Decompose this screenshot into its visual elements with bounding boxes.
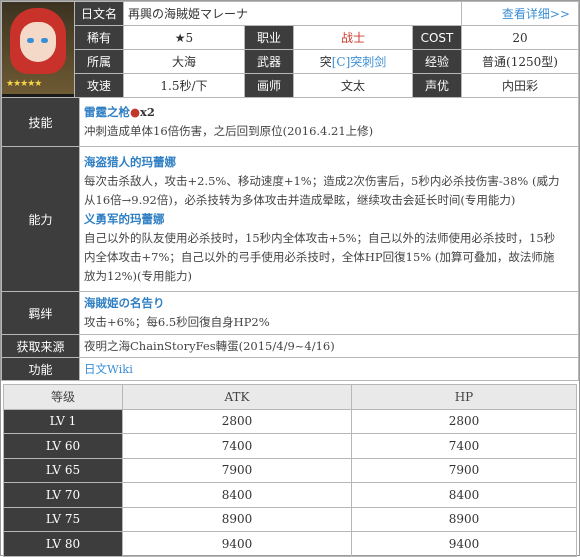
row-hp: 7400 xyxy=(351,433,577,459)
bond-name: 海賊姫の名告り xyxy=(84,296,165,310)
row-level: LV 60 xyxy=(3,433,123,459)
artist-label: 画师 xyxy=(244,73,294,98)
ability1-desc-line2: 从16倍→9.92倍)，必杀技转为多体攻击并造成晕眩，继续攻击会延长时间(专用能… xyxy=(84,192,516,207)
jp-name-label: 日文名 xyxy=(74,1,124,26)
skill-cell: 雷霆之枪●x2 冲刺造成单体16倍伤害，之后回到原位(2016.4.21上修) xyxy=(79,97,579,147)
weapon-value: 突[C]突刺剑 xyxy=(293,49,413,74)
ability2-desc-line3: 放为12%)(专用能力) xyxy=(84,268,193,283)
bond-desc: 攻击+6%；每6.5秒回復自身HP2% xyxy=(84,315,270,329)
info-table: ★★★★★ 日文名 再興の海賊姫マレーナ 查看详细>> 稀有 ★5 职业 战士 … xyxy=(1,1,579,98)
stats-header-row: 等级 ATK HP xyxy=(3,384,577,410)
row-atk: 2800 xyxy=(122,408,352,434)
row-hp: 8900 xyxy=(351,506,577,532)
row-hp: 8400 xyxy=(351,482,577,508)
col-level-header: 等级 xyxy=(3,384,123,410)
faction-value: 大海 xyxy=(123,49,245,74)
table-row: LV 65 7900 7900 xyxy=(3,457,577,483)
weapon-name-link[interactable]: 突刺剑 xyxy=(350,55,386,69)
character-portrait: ★★★★★ xyxy=(1,1,75,98)
col-atk-header: ATK xyxy=(122,384,352,410)
cost-value: 20 xyxy=(461,25,579,50)
voice-value: 内田彩 xyxy=(461,73,579,98)
weapon-prefix: 突 xyxy=(319,55,332,69)
row-level: LV 70 xyxy=(3,482,123,508)
rarity-stars-icon: ★★★★★ xyxy=(6,79,42,89)
row-hp: 9400 xyxy=(351,531,577,557)
skills-table: 技能 雷霆之枪●x2 冲刺造成单体16倍伤害，之后回到原位(2016.4.21上… xyxy=(1,97,579,381)
row-level: LV 80 xyxy=(3,531,123,557)
row-atk: 8900 xyxy=(122,506,352,532)
speed-label: 攻速 xyxy=(74,73,124,98)
table-row: LV 80 9400 9400 xyxy=(3,531,577,557)
row-atk: 7900 xyxy=(122,457,352,483)
row-hp: 7900 xyxy=(351,457,577,483)
exp-value: 普通(1250型) xyxy=(461,49,579,74)
weapon-link[interactable]: [C] xyxy=(332,55,351,69)
col-hp-header: HP xyxy=(351,384,577,410)
table-row: LV 70 8400 8400 xyxy=(3,482,577,508)
row-atk: 9400 xyxy=(122,531,352,557)
ability2-name: 义勇军的玛蕾娜 xyxy=(84,211,165,226)
bond-cell: 海賊姫の名告り 攻击+6%；每6.5秒回復自身HP2% xyxy=(79,291,579,335)
rarity-label: 稀有 xyxy=(74,25,124,50)
table-row: LV 60 7400 7400 xyxy=(3,433,577,459)
ability-label: 能力 xyxy=(1,146,80,292)
artist-value: 文太 xyxy=(293,73,413,98)
function-label: 功能 xyxy=(1,357,80,381)
function-cell: 日文Wiki xyxy=(79,357,579,381)
faction-label: 所属 xyxy=(74,49,124,74)
bond-label: 羁绊 xyxy=(1,291,80,335)
row-level: LV 65 xyxy=(3,457,123,483)
source-value: 夜明之海ChainStoryFes轉蛋(2015/4/9~4/16) xyxy=(79,334,579,358)
skill-desc: 冲刺造成单体16倍伤害，之后回到原位(2016.4.21上修) xyxy=(84,124,374,138)
row-hp: 2800 xyxy=(351,408,577,434)
details-link-text[interactable]: 查看详细>> xyxy=(502,7,570,21)
table-row: LV 75 8900 8900 xyxy=(3,506,577,532)
job-label: 职业 xyxy=(244,25,294,50)
source-label: 获取来源 xyxy=(1,334,80,358)
voice-label: 声优 xyxy=(412,73,462,98)
character-info-panel: ★★★★★ 日文名 再興の海賊姫マレーナ 查看详细>> 稀有 ★5 职业 战士 … xyxy=(0,0,580,557)
ability-cell: 海盗猎人的玛蕾娜 每次击杀敌人，攻击+2.5%、移动速度+1%；造成2次伤害后，… xyxy=(79,146,579,292)
skill-name: 雷霆之枪 xyxy=(84,105,130,119)
portrait-eye xyxy=(27,38,34,43)
ability2-desc-line2: 内全体攻击+7%；自己以外的弓手使用必杀技时，全体HP回復15% (加算可叠加，… xyxy=(84,249,555,264)
ability1-desc-line1: 每次击杀敌人，攻击+2.5%、移动速度+1%；造成2次伤害后，5秒内必杀技伤害-… xyxy=(84,173,560,188)
cost-label: COST xyxy=(412,25,462,50)
portrait-face xyxy=(20,22,56,62)
skill-mult: x2 xyxy=(140,105,155,119)
details-link[interactable]: 查看详细>> xyxy=(461,1,579,26)
row-atk: 8400 xyxy=(122,482,352,508)
skill-dot-icon: ● xyxy=(130,105,141,119)
rarity-value: ★5 xyxy=(123,25,245,50)
skill-label: 技能 xyxy=(1,97,80,147)
jp-name-value: 再興の海賊姫マレーナ xyxy=(123,1,462,26)
job-value: 战士 xyxy=(293,25,413,50)
portrait-eye xyxy=(41,38,48,43)
exp-label: 经验 xyxy=(412,49,462,74)
row-level: LV 75 xyxy=(3,506,123,532)
ability1-name: 海盗猎人的玛蕾娜 xyxy=(84,154,176,169)
ability2-desc-line1: 自己以外的队友使用必杀技时，15秒内全体攻击+5%；自己以外的法师使用必杀技时，… xyxy=(84,230,556,245)
weapon-label: 武器 xyxy=(244,49,294,74)
wiki-link[interactable]: 日文Wiki xyxy=(84,362,133,376)
portrait-image: ★★★★★ xyxy=(2,2,74,94)
speed-value: 1.5秒/下 xyxy=(123,73,245,98)
stats-table: 等级 ATK HP LV 1 2800 2800 LV 60 7400 7400… xyxy=(3,384,577,557)
row-atk: 7400 xyxy=(122,433,352,459)
table-row: LV 1 2800 2800 xyxy=(3,408,577,434)
row-level: LV 1 xyxy=(3,408,123,434)
